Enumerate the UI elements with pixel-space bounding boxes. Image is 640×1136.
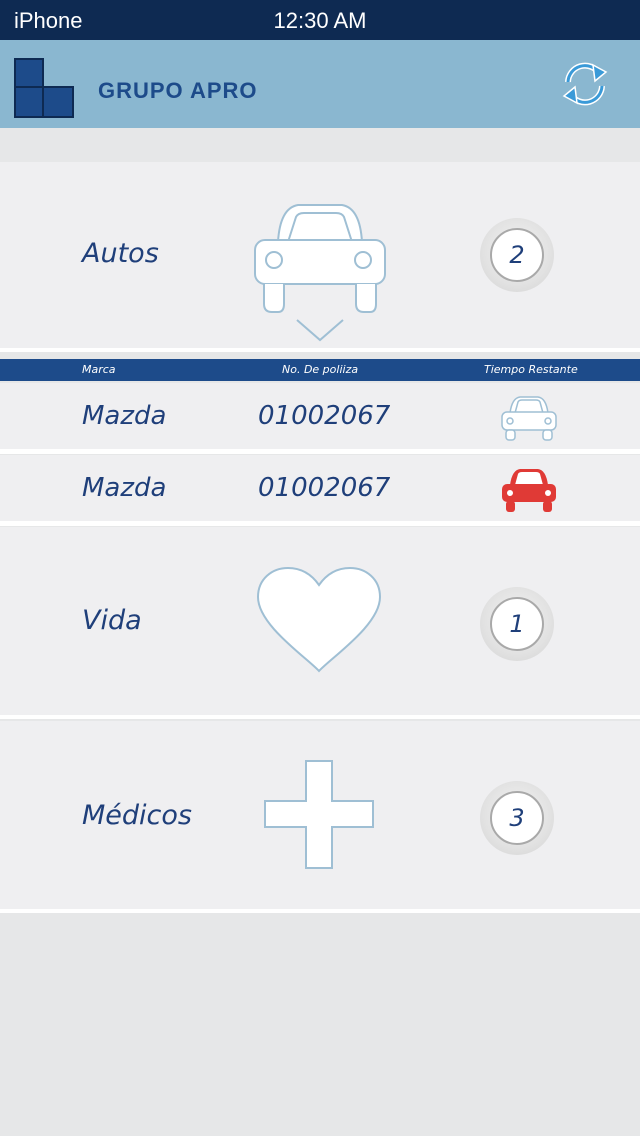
car-outline-icon [501,396,557,441]
category-vida[interactable]: Vida 1 [0,527,640,719]
category-autos[interactable]: Autos 2 [0,162,640,352]
count-badge[interactable]: 1 [480,587,554,661]
row-marca: Mazda [82,401,167,431]
count-badge[interactable]: 3 [480,781,554,855]
status-time: 12:30 AM [273,8,367,33]
row-poliza: 01002067 [258,401,391,431]
nav-bar [0,40,640,128]
count-value: 3 [490,791,544,845]
grupo-apro-logo [14,58,74,118]
column-poliza: No. De poliiza [282,363,359,376]
count-value: 2 [490,228,544,282]
column-marca: Marca [82,363,116,376]
column-tiempo: Tiempo Restante [484,363,578,376]
row-marca: Mazda [82,473,167,503]
policy-row[interactable]: Mazda 01002067 [0,383,640,454]
status-bar: iPhone 12:30 AM [0,0,640,40]
brand-title: GRUPO APRO [98,78,258,103]
count-badge[interactable]: 2 [480,218,554,292]
category-label: Vida [82,605,142,636]
car-red-icon [502,469,556,512]
refresh-icon[interactable] [560,60,610,108]
cross-icon [264,760,374,869]
count-value: 1 [490,597,544,651]
policy-table-header: Marca No. De poliiza Tiempo Restante [0,359,640,381]
row-poliza: 01002067 [258,473,391,503]
category-medicos[interactable]: Médicos 3 [0,721,640,913]
policy-row[interactable]: Mazda 01002067 [0,455,640,526]
category-label: Médicos [82,800,192,831]
category-label: Autos [82,238,159,269]
car-icon [254,204,386,342]
heart-icon [256,566,382,673]
